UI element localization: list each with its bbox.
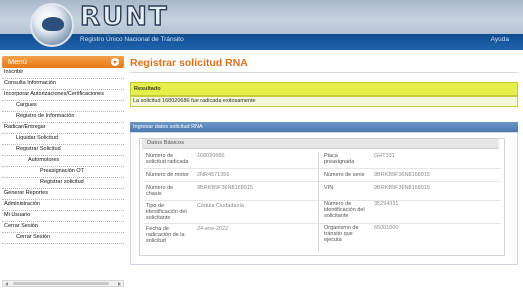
row-separator (144, 168, 500, 169)
page-title: Registrar solicitud RNA (130, 57, 248, 69)
menu-item-generar-reportes[interactable]: Generar Reportes (2, 189, 124, 200)
menu-item-preasignacion-ot[interactable]: Preasignación OT (2, 167, 124, 178)
label-fecha-radicacion: Fecha de radicación de la solicitud (146, 226, 185, 244)
label-organismo-transito: Organismo de tránsito que ejecuta (324, 225, 359, 243)
menu-item-cerrar-sesion-sub[interactable]: Cerrar Sesión (2, 233, 124, 244)
title-divider (130, 72, 518, 73)
header-banner: RUNT Registro Único Nacional de Tránsito… (0, 0, 523, 50)
result-label: Resultado (134, 86, 161, 92)
value-vin: 9BRKB9F36N8168915 (374, 185, 430, 191)
menu-item-cargues[interactable]: Cargues (2, 101, 124, 112)
menu-item-consulta-informacion[interactable]: Consulta Información (2, 79, 124, 90)
logo-text: RUNT (79, 1, 169, 32)
menu-item-liquidar-solicitud[interactable]: Liquidar Solicitud (2, 134, 124, 145)
collapse-arrow-icon[interactable] (111, 58, 119, 66)
basic-data-legend: Datos Básicos (142, 139, 499, 149)
value-numero-motor: 2NR4571356 (197, 172, 230, 178)
menu-item-registrar-solicitud[interactable]: Registrar Solicitud (2, 145, 124, 156)
value-numero-solicitud: 168020686 (197, 153, 225, 159)
menu-item-administracion[interactable]: Administración (2, 200, 124, 211)
value-placa: GHT331 (374, 153, 395, 159)
sidebar: Menú Inscribir Consulta Información Inco… (2, 56, 124, 286)
label-vin: VIN (324, 185, 334, 191)
menu-item-inscribir[interactable]: Inscribir (2, 68, 124, 79)
menu-item-radicar-entregar[interactable]: Radicar/Entregar (2, 123, 124, 134)
row-separator (144, 200, 500, 201)
row-separator (144, 181, 500, 182)
menu-item-registrar-solicitud-sub[interactable]: Registrar solicitud (2, 178, 124, 189)
label-tipo-identificacion: Tipo de identificación del solicitante (146, 203, 187, 221)
value-organismo-transito: 65001000 (374, 225, 399, 231)
menu-item-automotores[interactable]: Automotores (2, 156, 124, 167)
value-numero-chasis: 9BRKB9F36N8168915 (197, 185, 253, 191)
runt-logo-icon (30, 3, 74, 47)
label-placa: Placa preasignada (324, 153, 355, 165)
result-box: Resultado (130, 82, 518, 96)
label-numero-chasis: Número de chasis (146, 185, 174, 197)
label-numero-serie: Número de serie (324, 172, 365, 178)
header-subtitle: Registro Único Nacional de Tránsito (80, 36, 184, 43)
result-message: La solicitud 168020686 fue radicada exit… (133, 98, 256, 104)
scroll-left-arrow-icon[interactable] (5, 282, 8, 286)
menu-item-registro-informacion[interactable]: Registro de Información (2, 112, 124, 123)
header-band (0, 34, 523, 50)
menu-title: Menú (8, 57, 27, 66)
label-numero-motor: Número de motor (146, 172, 189, 178)
help-link[interactable]: Ayuda (491, 36, 509, 43)
value-numero-serie: 9BRKB9F36N8168915 (374, 172, 430, 178)
menu-item-cerrar-sesion[interactable]: Cerrar Sesión (2, 222, 124, 233)
section-title: Ingresar datos solicitud RNA (130, 122, 518, 132)
value-fecha-radicacion: 24-ene-2022 (197, 226, 229, 232)
label-numero-solicitud: Número de solicitud radicada (146, 153, 189, 165)
basic-data-fieldset: Datos Básicos Número de solicitud radica… (139, 138, 505, 256)
value-tipo-identificacion: Cédula Ciudadanía (197, 203, 245, 209)
sidebar-horizontal-scrollbar[interactable] (2, 280, 124, 287)
value-numero-identificacion: 35294331 (374, 201, 399, 207)
column-divider (318, 152, 319, 251)
label-numero-identificacion: Número de identificación del solicitante (324, 201, 365, 219)
menu-item-incorporar-autorizaciones[interactable]: Incorporar Autorizaciones/Certificacione… (2, 90, 124, 101)
menu-item-mi-usuario[interactable]: Mi Usuario (2, 211, 124, 222)
menu-header[interactable]: Menú (2, 56, 124, 68)
row-separator (144, 223, 500, 224)
result-message-box: La solicitud 168020686 fue radicada exit… (130, 96, 518, 107)
scroll-right-arrow-icon[interactable] (118, 282, 121, 286)
scroll-thumb[interactable] (13, 282, 109, 285)
menu-list: Inscribir Consulta Información Incorpora… (2, 68, 124, 244)
main-content: Registrar solicitud RNA Resultado La sol… (130, 56, 518, 265)
solicitud-panel: Datos Básicos Número de solicitud radica… (130, 132, 518, 265)
